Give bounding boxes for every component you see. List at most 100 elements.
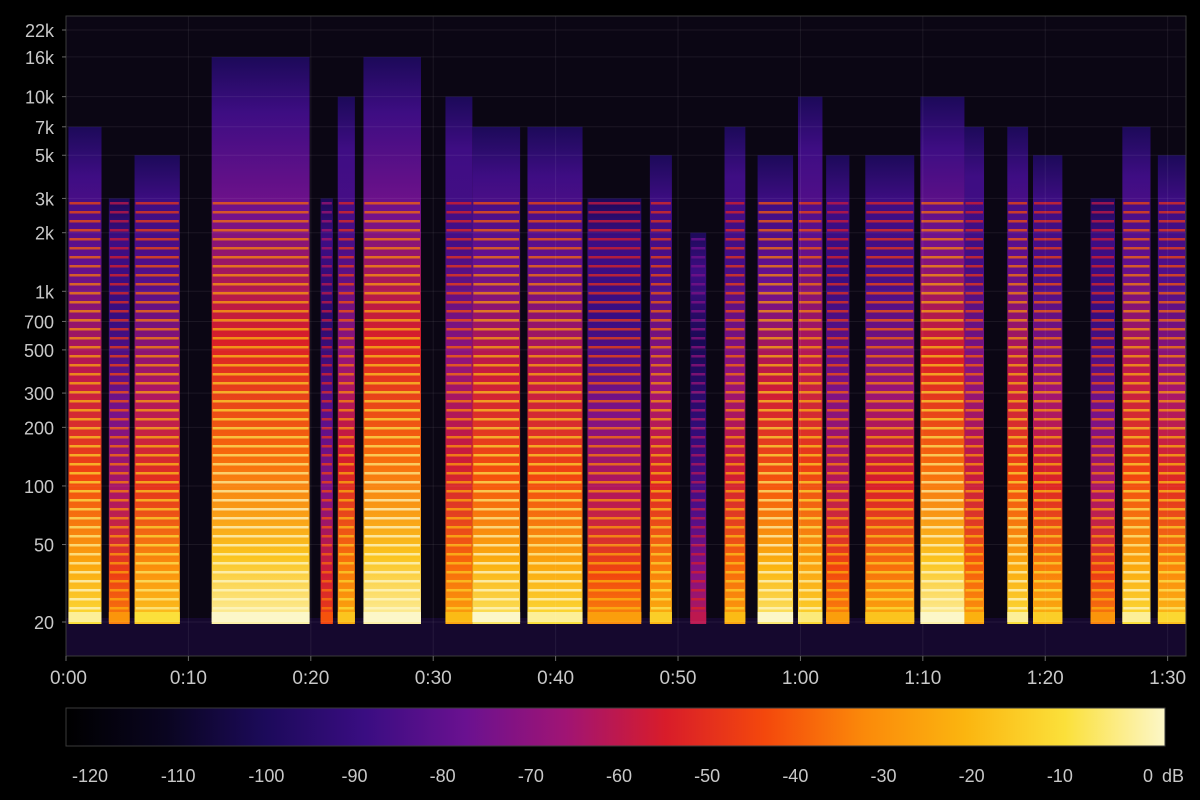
harmonic-band bbox=[691, 472, 706, 475]
harmonic-band bbox=[69, 463, 101, 466]
harmonic-band bbox=[758, 589, 793, 592]
harmonic-band bbox=[798, 220, 822, 223]
harmonic-band bbox=[212, 265, 309, 268]
harmonic-band bbox=[364, 526, 420, 529]
harmonic-band bbox=[528, 238, 582, 241]
harmonic-band bbox=[827, 211, 849, 214]
harmonic-band bbox=[965, 472, 984, 475]
harmonic-band bbox=[691, 283, 706, 286]
harmonic-band bbox=[473, 517, 520, 520]
harmonic-band bbox=[1123, 598, 1150, 601]
harmonic-band bbox=[1008, 355, 1028, 358]
fundamental-band bbox=[363, 612, 421, 622]
x-tick-label: 0:30 bbox=[415, 668, 452, 689]
harmonic-band bbox=[1008, 292, 1028, 295]
harmonic-band bbox=[1008, 454, 1028, 457]
harmonic-band bbox=[446, 553, 472, 556]
harmonic-band bbox=[212, 436, 309, 439]
harmonic-band bbox=[691, 517, 706, 520]
harmonic-band bbox=[588, 580, 641, 583]
harmonic-band bbox=[921, 283, 964, 286]
harmonic-band bbox=[364, 436, 420, 439]
harmonic-band bbox=[473, 373, 520, 376]
harmonic-band bbox=[827, 256, 849, 259]
harmonic-band bbox=[321, 535, 332, 538]
harmonic-band bbox=[691, 382, 706, 385]
harmonic-band bbox=[1091, 355, 1115, 358]
harmonic-band bbox=[135, 481, 179, 484]
harmonic-band bbox=[473, 274, 520, 277]
harmonic-band bbox=[446, 346, 472, 349]
harmonic-band bbox=[725, 265, 745, 268]
harmonic-band bbox=[473, 589, 520, 592]
harmonic-band bbox=[364, 508, 420, 511]
harmonic-band bbox=[725, 211, 745, 214]
harmonic-band bbox=[1158, 553, 1185, 556]
harmonic-band bbox=[69, 535, 101, 538]
harmonic-band bbox=[798, 607, 822, 610]
harmonic-band bbox=[135, 364, 179, 367]
colorbar-tick-label: -100 bbox=[248, 766, 284, 786]
harmonic-band bbox=[725, 499, 745, 502]
harmonic-band bbox=[473, 346, 520, 349]
harmonic-band bbox=[866, 283, 914, 286]
harmonic-band bbox=[758, 562, 793, 565]
harmonic-band bbox=[364, 481, 420, 484]
harmonic-band bbox=[921, 598, 964, 601]
harmonic-band bbox=[650, 265, 671, 268]
harmonic-band bbox=[798, 454, 822, 457]
harmonic-band bbox=[965, 238, 984, 241]
voiced-segment bbox=[134, 155, 180, 624]
harmonic-band bbox=[1008, 238, 1028, 241]
harmonic-band bbox=[965, 490, 984, 493]
harmonic-band bbox=[691, 409, 706, 412]
harmonic-band bbox=[650, 472, 671, 475]
harmonic-band bbox=[650, 409, 671, 412]
harmonic-band bbox=[1123, 418, 1150, 421]
harmonic-band bbox=[758, 553, 793, 556]
spectrogram-plot-area bbox=[65, 15, 1187, 657]
voiced-segment bbox=[1090, 198, 1116, 625]
harmonic-band bbox=[528, 481, 582, 484]
harmonic-band bbox=[588, 256, 641, 259]
harmonic-band bbox=[69, 337, 101, 340]
harmonic-band bbox=[528, 607, 582, 610]
harmonic-band bbox=[798, 445, 822, 448]
harmonic-band bbox=[798, 373, 822, 376]
harmonic-band bbox=[1158, 535, 1185, 538]
harmonic-band bbox=[1123, 247, 1150, 250]
harmonic-band bbox=[1091, 499, 1115, 502]
harmonic-band bbox=[446, 580, 472, 583]
harmonic-band bbox=[1033, 418, 1062, 421]
harmonic-band bbox=[1008, 472, 1028, 475]
harmonic-band bbox=[338, 283, 354, 286]
x-tick-label: 1:20 bbox=[1027, 668, 1064, 689]
harmonic-band bbox=[798, 229, 822, 232]
harmonic-band bbox=[338, 310, 354, 313]
harmonic-band bbox=[1123, 472, 1150, 475]
harmonic-band bbox=[866, 508, 914, 511]
harmonic-band bbox=[1158, 562, 1185, 565]
harmonic-band bbox=[338, 553, 354, 556]
harmonic-band bbox=[69, 472, 101, 475]
harmonic-band bbox=[364, 562, 420, 565]
harmonic-band bbox=[1091, 436, 1115, 439]
harmonic-band bbox=[69, 436, 101, 439]
harmonic-band bbox=[1158, 220, 1185, 223]
harmonic-band bbox=[212, 490, 309, 493]
harmonic-band bbox=[758, 607, 793, 610]
harmonic-band bbox=[1033, 301, 1062, 304]
harmonic-band bbox=[321, 202, 332, 205]
harmonic-band bbox=[364, 337, 420, 340]
harmonic-band bbox=[364, 598, 420, 601]
harmonic-band bbox=[921, 607, 964, 610]
harmonic-band bbox=[691, 607, 706, 610]
harmonic-band bbox=[321, 310, 332, 313]
harmonic-band bbox=[364, 301, 420, 304]
fundamental-band bbox=[797, 612, 823, 622]
harmonic-band bbox=[921, 202, 964, 205]
harmonic-band bbox=[69, 265, 101, 268]
harmonic-band bbox=[725, 436, 745, 439]
harmonic-band bbox=[588, 346, 641, 349]
harmonic-band bbox=[528, 553, 582, 556]
